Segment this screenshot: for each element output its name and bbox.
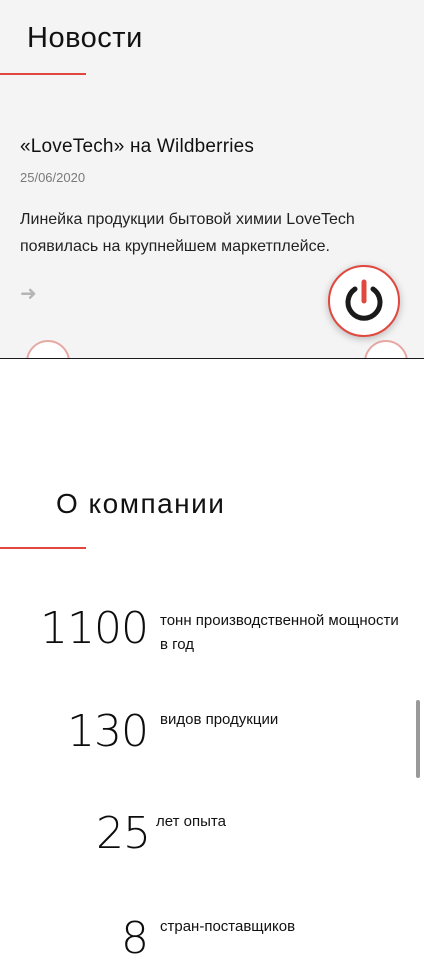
news-date: 25/06/2020 [20, 170, 86, 185]
stat-number: 25 [96, 808, 151, 859]
stat-label: видов продукции [160, 711, 279, 728]
slider-next-button[interactable]: › [364, 340, 408, 358]
news-text: Линейка продукции бытовой химии LoveTech… [20, 211, 355, 255]
stat-number: 8 [121, 913, 149, 964]
stat-item: 8 стран-поставщиков [0, 915, 424, 975]
power-button[interactable] [328, 265, 400, 337]
about-title: О компании [56, 488, 226, 519]
section-divider [0, 358, 424, 359]
stat-label: тонн производственной мощности в год [160, 612, 399, 653]
stat-item: 25 лет опыта [0, 810, 424, 870]
chevron-right-icon: › [381, 351, 388, 359]
slider-prev-button[interactable]: ‹ [26, 340, 70, 358]
stat-label: лет опыта [156, 813, 226, 830]
scrollbar[interactable] [416, 700, 420, 778]
stat-number: 130 [67, 706, 149, 757]
chevron-left-icon: ‹ [40, 351, 47, 359]
news-title-underline [0, 73, 86, 75]
news-headline[interactable]: «LoveTech» на Wildberries [20, 136, 254, 158]
about-title-underline [0, 547, 86, 549]
stat-item: 130 видов продукции [0, 708, 424, 768]
stat-label: стран-поставщиков [160, 918, 296, 935]
power-icon [345, 279, 383, 321]
stat-number: 1100 [40, 603, 149, 654]
arrow-right-icon[interactable]: ➜ [20, 284, 40, 304]
stat-item: 1100 тонн производственной мощности в го… [0, 605, 424, 665]
news-title: Новости [27, 22, 143, 54]
